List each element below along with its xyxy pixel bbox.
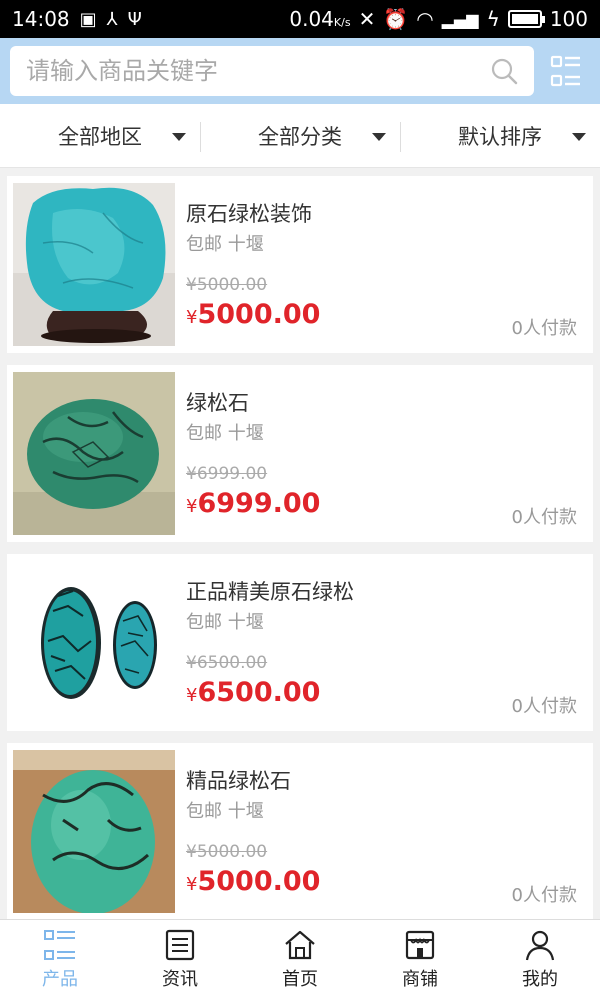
- tab-news[interactable]: 资讯: [120, 920, 240, 1000]
- news-icon: [165, 929, 195, 961]
- product-original-price: ¥5000.00: [186, 842, 268, 862]
- shop-icon: [405, 930, 435, 960]
- tab-home-label: 首页: [282, 969, 318, 990]
- search-icon[interactable]: [490, 57, 518, 85]
- product-title[interactable]: 绿松石: [186, 387, 249, 417]
- signal-icon: ▂▄▆: [441, 9, 479, 29]
- currency-symbol: ¥: [186, 307, 198, 328]
- mute-icon: ✕: [358, 7, 376, 31]
- user-icon: [525, 930, 555, 961]
- product-image-turquoise-oval[interactable]: [13, 750, 175, 913]
- product-shipping: 包邮 十堰: [186, 423, 264, 444]
- tab-home[interactable]: 首页: [240, 920, 360, 1000]
- caret-down-icon: [572, 133, 586, 141]
- tab-mine[interactable]: 我的: [480, 920, 600, 1000]
- usb-icon: Ψ: [127, 8, 142, 30]
- filter-region-label: 全部地区: [58, 124, 142, 149]
- product-paid-count: 0人付款: [511, 696, 577, 717]
- share-icon: ⅄: [106, 8, 118, 30]
- caret-down-icon: [372, 133, 386, 141]
- tab-mine-label: 我的: [522, 969, 558, 990]
- battery-icon: [507, 10, 545, 28]
- filter-category-label: 全部分类: [258, 124, 342, 149]
- product-card[interactable]: 精品绿松石 包邮 十堰 ¥5000.00 ¥5000.00 0人付款: [7, 743, 593, 920]
- alarm-icon: ⏰: [383, 7, 409, 31]
- product-shipping: 包邮 十堰: [186, 612, 264, 633]
- network-speed: 0.04K/s: [289, 7, 350, 31]
- product-paid-count: 0人付款: [511, 318, 577, 339]
- product-paid-count: 0人付款: [511, 507, 577, 528]
- charging-icon: ϟ: [486, 7, 500, 31]
- product-image-turquoise-rough-stone[interactable]: [13, 183, 175, 346]
- status-bar: 14:08 ▣ ⅄ Ψ 0.04K/s ✕ ⏰ ◠ ▂▄▆ ϟ 100: [0, 0, 600, 38]
- product-title[interactable]: 精品绿松石: [186, 765, 291, 795]
- network-speed-value: 0.04: [289, 7, 334, 31]
- currency-symbol: ¥: [186, 496, 198, 517]
- currency-symbol: ¥: [186, 685, 198, 706]
- product-price: ¥5000.00: [186, 866, 320, 897]
- currency-symbol: ¥: [186, 874, 198, 895]
- product-title[interactable]: 正品精美原石绿松: [186, 576, 354, 606]
- product-card[interactable]: 绿松石 包邮 十堰 ¥6999.00 ¥6999.00 0人付款: [7, 365, 593, 542]
- product-price: ¥6500.00: [186, 677, 320, 708]
- tab-shop[interactable]: 商铺: [360, 920, 480, 1000]
- product-card[interactable]: 正品精美原石绿松 包邮 十堰 ¥6500.00 ¥6500.00 0人付款: [7, 554, 593, 731]
- caret-down-icon: [172, 133, 186, 141]
- category-grid-icon[interactable]: [550, 54, 582, 88]
- product-image-turquoise-cabochons[interactable]: [13, 561, 175, 724]
- battery-percent: 100: [549, 7, 588, 31]
- tab-shop-label: 商铺: [402, 969, 438, 990]
- product-shipping: 包邮 十堰: [186, 801, 264, 822]
- filter-region-dropdown[interactable]: 全部地区: [0, 104, 200, 167]
- image-icon: ▣: [79, 8, 97, 30]
- product-original-price: ¥6500.00: [186, 653, 268, 673]
- product-title[interactable]: 原石绿松装饰: [186, 198, 312, 228]
- product-price-value: 5000.00: [197, 299, 321, 330]
- search-header: [0, 38, 600, 104]
- home-icon: [285, 930, 315, 960]
- product-paid-count: 0人付款: [511, 885, 577, 906]
- wifi-icon: ◠: [416, 7, 434, 31]
- filter-category-dropdown[interactable]: 全部分类: [200, 104, 400, 167]
- filter-sort-dropdown[interactable]: 默认排序: [400, 104, 600, 167]
- status-right: 0.04K/s ✕ ⏰ ◠ ▂▄▆ ϟ 100: [289, 7, 588, 31]
- product-price-value: 5000.00: [197, 866, 321, 897]
- tab-products-label: 产品: [42, 969, 78, 990]
- tab-products[interactable]: 产品: [0, 920, 120, 1000]
- product-price-value: 6500.00: [197, 677, 321, 708]
- product-price: ¥6999.00: [186, 488, 320, 519]
- product-original-price: ¥6999.00: [186, 464, 268, 484]
- product-card[interactable]: 原石绿松装饰 包邮 十堰 ¥5000.00 ¥5000.00 0人付款: [7, 176, 593, 353]
- search-input[interactable]: [26, 57, 466, 85]
- bottom-tab-bar: 产品 资讯 首页 商铺 我的: [0, 919, 600, 1000]
- list-icon: [44, 930, 75, 960]
- product-price: ¥5000.00: [186, 299, 320, 330]
- status-time: 14:08: [12, 7, 70, 31]
- search-box[interactable]: [10, 46, 534, 96]
- network-speed-unit: K/s: [333, 16, 351, 29]
- product-original-price: ¥5000.00: [186, 275, 268, 295]
- product-shipping: 包邮 十堰: [186, 234, 264, 255]
- filter-sort-label: 默认排序: [458, 124, 542, 149]
- filter-bar: 全部地区 全部分类 默认排序: [0, 104, 600, 168]
- product-price-value: 6999.00: [197, 488, 321, 519]
- product-image-turquoise-egg[interactable]: [13, 372, 175, 535]
- tab-news-label: 资讯: [162, 969, 198, 990]
